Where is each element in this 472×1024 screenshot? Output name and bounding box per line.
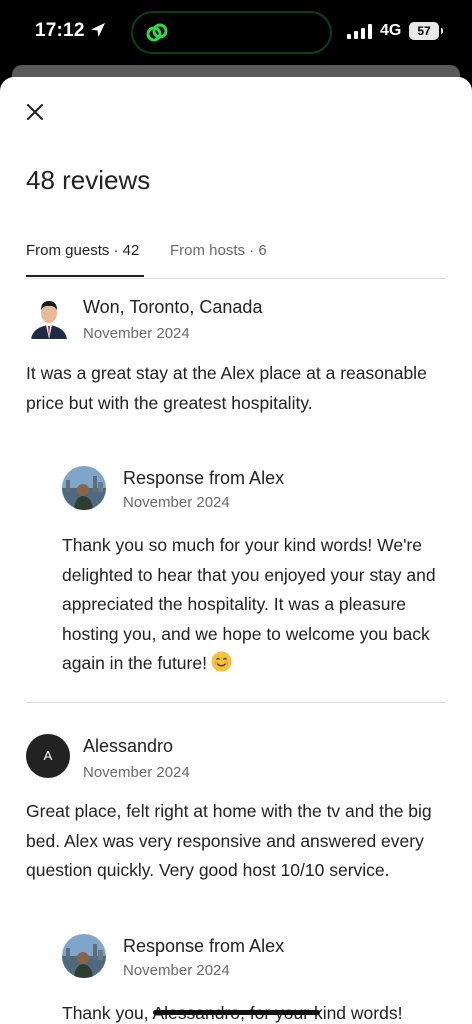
avatar-initial: A [43, 748, 53, 763]
response-date: November 2024 [123, 494, 230, 511]
page-title: 48 reviews [26, 165, 151, 195]
response-title: Response from Alex [123, 468, 285, 488]
reviewer-name: Won, Toronto, Canada [83, 297, 263, 317]
reviewer-avatar[interactable]: A [26, 734, 70, 778]
close-icon[interactable] [24, 101, 46, 123]
review-text: Great place, felt right at home with the… [26, 801, 432, 880]
link-activity-icon [146, 23, 168, 42]
review-divider [26, 702, 446, 703]
response-text-content: Thank you so much for your kind words! W… [62, 535, 436, 673]
review-date: November 2024 [83, 325, 190, 342]
tab-from-guests[interactable]: From guests · 42 [26, 242, 139, 259]
response-date: November 2024 [123, 962, 230, 979]
battery-level: 57 [417, 24, 431, 38]
signal-bars-icon [347, 24, 372, 39]
host-photo-icon [62, 466, 106, 510]
status-bar: 17:12 4G 57 [0, 0, 472, 62]
dynamic-island [131, 11, 332, 54]
status-time: 17:12 [35, 20, 85, 41]
tabs-divider [26, 278, 446, 279]
response-text: Thank you so much for your kind words! W… [62, 531, 444, 679]
tab-from-hosts[interactable]: From hosts · 6 [170, 242, 267, 259]
reviewer-name: Alessandro [83, 736, 174, 756]
reviews-sheet: 48 reviews From guests · 42 From hosts ·… [0, 77, 472, 1024]
reviewer-avatar[interactable] [29, 295, 69, 339]
smiling-face-icon [211, 651, 232, 672]
active-tab-indicator [26, 275, 144, 277]
network-type: 4G [380, 22, 402, 39]
host-photo-icon [62, 934, 106, 978]
battery-icon: 57 [409, 22, 443, 40]
review-text: It was a great stay at the Alex place at… [26, 363, 427, 413]
host-avatar[interactable] [62, 934, 106, 978]
location-arrow-icon [91, 23, 105, 37]
person-photo-icon [29, 295, 69, 339]
response-title: Response from Alex [123, 936, 285, 956]
review-date: November 2024 [83, 764, 190, 781]
home-indicator[interactable] [153, 1010, 320, 1015]
host-avatar[interactable] [62, 466, 106, 510]
